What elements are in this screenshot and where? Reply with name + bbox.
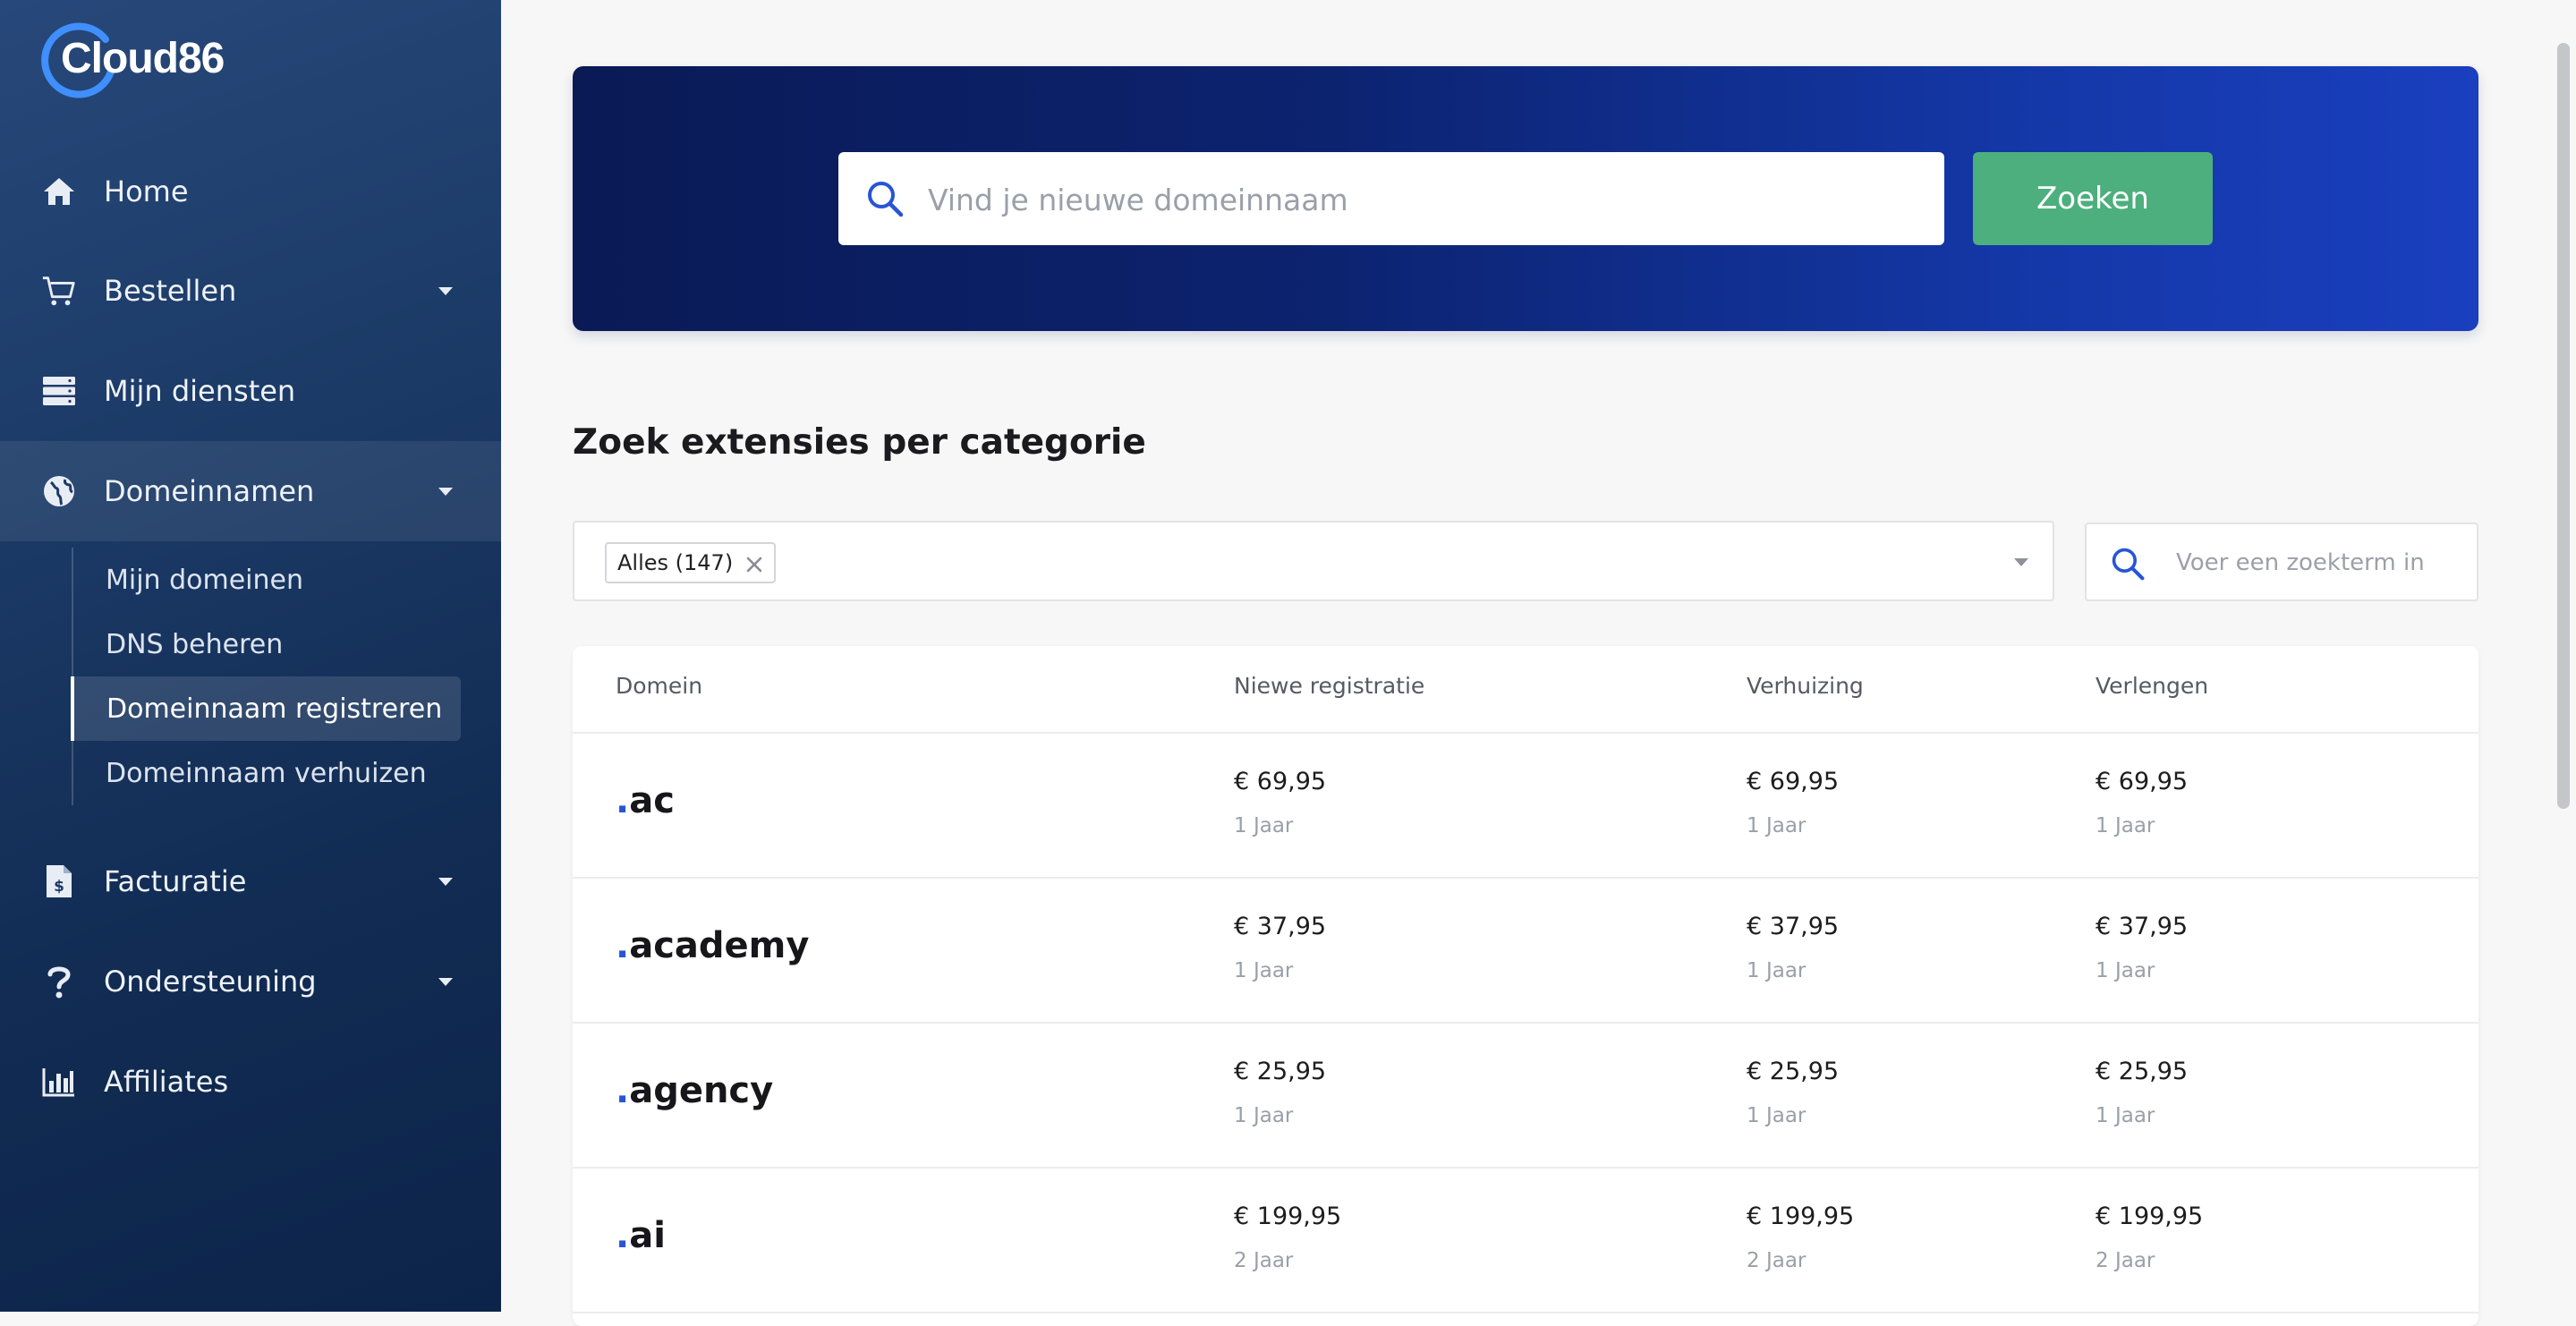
- period-transfer: 1 Jaar: [1747, 959, 1807, 982]
- domain-extension: .ac: [616, 780, 675, 821]
- sidebar-item-label: Home: [104, 174, 189, 208]
- sidebar-item-label: Ondersteuning: [104, 965, 317, 999]
- price-renewal: € 37,95: [2096, 913, 2189, 940]
- globe-icon: [41, 473, 77, 509]
- term-search-box: [2085, 523, 2478, 601]
- period-renewal: 1 Jaar: [2096, 1104, 2155, 1127]
- search-button[interactable]: Zoeken: [1973, 152, 2213, 245]
- sidebar-item-bestellen[interactable]: Bestellen: [0, 241, 501, 341]
- price-renewal: € 199,95: [2096, 1203, 2204, 1230]
- sidebar-item-home[interactable]: Home: [0, 141, 501, 242]
- column-header-nieuwe-registratie: Niewe registratie: [1234, 673, 1425, 699]
- period-registration: 1 Jaar: [1234, 959, 1294, 982]
- question-icon: [41, 964, 77, 999]
- price-renewal: € 69,95: [2096, 768, 2189, 795]
- subnav-item-domeinnaam-verhuizen[interactable]: Domeinnaam verhuizen: [73, 741, 460, 805]
- subnav-item-dns-beheren[interactable]: DNS beheren: [73, 612, 460, 676]
- column-header-verhuizing: Verhuizing: [1747, 673, 1864, 699]
- domain-search-box: [838, 152, 1944, 247]
- invoice-icon: $: [41, 863, 77, 899]
- period-renewal: 1 Jaar: [2096, 959, 2155, 982]
- price-transfer: € 69,95: [1747, 768, 1840, 795]
- chevron-down-icon: [438, 487, 453, 496]
- sidebar-item-label: Affiliates: [104, 1065, 229, 1099]
- domain-search-input[interactable]: [926, 152, 1923, 247]
- home-icon: [41, 174, 77, 209]
- category-filter-select[interactable]: Alles (147): [573, 521, 2054, 601]
- svg-text:$: $: [54, 878, 64, 896]
- section-title: Zoek extensies per categorie: [573, 422, 1146, 463]
- price-renewal: € 25,95: [2096, 1058, 2189, 1085]
- search-icon: [2110, 546, 2146, 585]
- period-renewal: 2 Jaar: [2096, 1249, 2155, 1272]
- sidebar-item-label: Mijn diensten: [104, 374, 296, 408]
- period-registration: 2 Jaar: [1234, 1249, 1294, 1272]
- sidebar-item-ondersteuning[interactable]: Ondersteuning: [0, 931, 501, 1032]
- close-icon[interactable]: [745, 554, 763, 573]
- price-registration: € 69,95: [1234, 768, 1327, 795]
- chevron-down-icon[interactable]: [2014, 558, 2028, 566]
- period-renewal: 1 Jaar: [2096, 814, 2155, 837]
- subnav-item-label: Mijn domeinen: [106, 564, 304, 596]
- sidebar-item-label: Facturatie: [104, 864, 247, 898]
- filter-chip: Alles (147): [605, 542, 777, 583]
- subnav-item-label: DNS beheren: [106, 628, 284, 660]
- chevron-down-icon: [438, 977, 453, 986]
- period-transfer: 2 Jaar: [1747, 1249, 1807, 1272]
- price-transfer: € 25,95: [1747, 1058, 1840, 1085]
- table-header: Domein Niewe registratie Verhuizing Verl…: [573, 646, 2478, 734]
- column-header-verlengen: Verlengen: [2096, 673, 2209, 699]
- sidebar-item-facturatie[interactable]: $ Facturatie: [0, 831, 501, 931]
- chevron-down-icon: [438, 877, 453, 886]
- period-transfer: 1 Jaar: [1747, 1104, 1807, 1127]
- page-scrollbar[interactable]: [2552, 0, 2576, 1312]
- table-row[interactable]: .ai € 199,95 2 Jaar € 199,95 2 Jaar € 19…: [573, 1167, 2478, 1313]
- domain-extension: .agency: [616, 1070, 774, 1111]
- price-registration: € 199,95: [1234, 1203, 1342, 1230]
- domain-extension: .academy: [616, 925, 810, 966]
- sidebar-item-affiliates[interactable]: Affiliates: [0, 1032, 501, 1132]
- subnav-item-mijn-domeinen[interactable]: Mijn domeinen: [73, 548, 460, 612]
- sidebar: Cloud86 Home Bestellen Mijn diensten Dom…: [0, 0, 501, 1312]
- price-transfer: € 199,95: [1747, 1203, 1855, 1230]
- column-header-domein: Domein: [616, 673, 703, 699]
- cart-icon: [41, 273, 77, 309]
- sidebar-item-label: Domeinnamen: [104, 474, 315, 508]
- domain-price-table: Domein Niewe registratie Verhuizing Verl…: [573, 646, 2478, 1326]
- term-search-input[interactable]: [2174, 524, 2464, 601]
- domain-search-hero: Zoeken: [573, 66, 2478, 331]
- price-registration: € 37,95: [1234, 913, 1327, 940]
- price-transfer: € 37,95: [1747, 913, 1840, 940]
- sidebar-item-domeinnamen[interactable]: Domeinnamen: [0, 441, 501, 541]
- sidebar-item-mijn-diensten[interactable]: Mijn diensten: [0, 341, 501, 441]
- chart-bar-icon: [41, 1064, 77, 1100]
- server-icon: [41, 373, 77, 409]
- price-registration: € 25,95: [1234, 1058, 1327, 1085]
- logo-text: Cloud86: [61, 35, 225, 82]
- search-icon: [865, 179, 905, 222]
- cloud86-logo[interactable]: Cloud86: [41, 21, 225, 98]
- subnav-item-label: Domeinnaam registreren: [106, 693, 443, 725]
- table-row[interactable]: .agency € 25,95 1 Jaar € 25,95 1 Jaar € …: [573, 1022, 2478, 1169]
- domain-extension: .ai: [616, 1215, 666, 1256]
- filter-chip-label: Alles (147): [617, 550, 734, 575]
- period-transfer: 1 Jaar: [1747, 814, 1807, 837]
- domeinnamen-submenu: Mijn domeinen DNS beheren Domeinnaam reg…: [71, 548, 503, 805]
- subnav-item-domeinnaam-registreren[interactable]: Domeinnaam registreren: [71, 676, 461, 741]
- subnav-item-label: Domeinnaam verhuizen: [106, 757, 427, 789]
- sidebar-item-label: Bestellen: [104, 274, 237, 308]
- chevron-down-icon: [438, 286, 453, 295]
- period-registration: 1 Jaar: [1234, 814, 1294, 837]
- table-row[interactable]: .academy € 37,95 1 Jaar € 37,95 1 Jaar €…: [573, 877, 2478, 1024]
- period-registration: 1 Jaar: [1234, 1104, 1294, 1127]
- table-row[interactable]: .ac € 69,95 1 Jaar € 69,95 1 Jaar € 69,9…: [573, 732, 2478, 879]
- scrollbar-thumb[interactable]: [2557, 43, 2570, 809]
